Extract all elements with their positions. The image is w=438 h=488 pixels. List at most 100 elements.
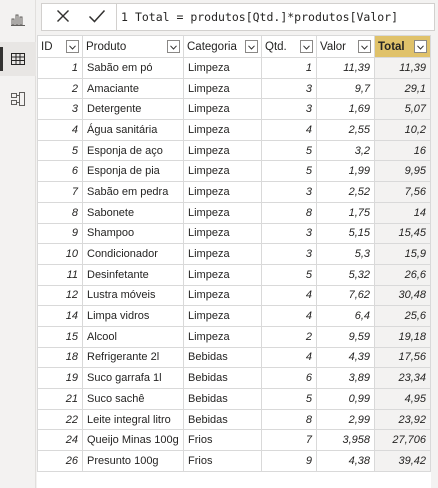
cell-id[interactable]: 2: [37, 77, 83, 100]
cell-categoria[interactable]: Limpeza: [183, 201, 262, 224]
cell-valor[interactable]: 5,3: [316, 243, 375, 265]
cell-valor[interactable]: 6,4: [316, 305, 375, 327]
filter-dropdown-button[interactable]: [167, 40, 180, 53]
cell-qtd[interactable]: 5: [261, 160, 317, 183]
cell-valor[interactable]: 3,89: [316, 367, 375, 389]
cell-valor[interactable]: 5,32: [316, 263, 375, 286]
cell-valor[interactable]: 2,99: [316, 408, 375, 431]
cell-total[interactable]: 19,18: [374, 325, 431, 348]
cell-qtd[interactable]: 3: [261, 222, 317, 245]
cell-id[interactable]: 26: [37, 450, 83, 472]
cell-total[interactable]: 14: [374, 201, 431, 224]
cell-total[interactable]: 7,56: [374, 181, 431, 203]
cell-id[interactable]: 4: [37, 119, 83, 141]
column-header-categoria[interactable]: Categoria: [183, 35, 262, 58]
cell-categoria[interactable]: Bebidas: [183, 388, 262, 410]
cell-id[interactable]: 5: [37, 139, 83, 162]
commit-formula-button[interactable]: [82, 4, 112, 30]
cell-produto[interactable]: Refrigerante 2l: [82, 346, 184, 369]
cell-categoria[interactable]: Limpeza: [183, 325, 262, 348]
cell-categoria[interactable]: Limpeza: [183, 222, 262, 245]
filter-dropdown-button[interactable]: [245, 40, 258, 53]
cell-valor[interactable]: 5,15: [316, 222, 375, 245]
cell-valor[interactable]: 3,2: [316, 139, 375, 162]
cell-valor[interactable]: 4,38: [316, 450, 375, 472]
cell-categoria[interactable]: Limpeza: [183, 57, 262, 79]
cell-produto[interactable]: Leite integral litro: [82, 408, 184, 431]
cell-valor[interactable]: 4,39: [316, 346, 375, 369]
cell-qtd[interactable]: 4: [261, 119, 317, 141]
cell-total[interactable]: 39,42: [374, 450, 431, 472]
cell-valor[interactable]: 11,39: [316, 57, 375, 79]
cell-id[interactable]: 18: [37, 346, 83, 369]
column-header-valor[interactable]: Valor: [316, 35, 375, 58]
cell-total[interactable]: 17,56: [374, 346, 431, 369]
cancel-formula-button[interactable]: [48, 4, 78, 30]
cell-qtd[interactable]: 4: [261, 284, 317, 307]
cell-categoria[interactable]: Limpeza: [183, 305, 262, 327]
cell-categoria[interactable]: Limpeza: [183, 284, 262, 307]
cell-total[interactable]: 25,6: [374, 305, 431, 327]
cell-qtd[interactable]: 3: [261, 98, 317, 121]
filter-dropdown-button[interactable]: [300, 40, 313, 53]
cell-total[interactable]: 23,92: [374, 408, 431, 431]
column-header-id[interactable]: ID: [37, 35, 83, 58]
formula-input[interactable]: 1 Total = produtos[Qtd.]*produtos[Valor]: [121, 10, 398, 24]
cell-qtd[interactable]: 4: [261, 305, 317, 327]
cell-categoria[interactable]: Limpeza: [183, 77, 262, 100]
cell-produto[interactable]: Shampoo: [82, 222, 184, 245]
cell-qtd[interactable]: 3: [261, 77, 317, 100]
cell-total[interactable]: 11,39: [374, 57, 431, 79]
cell-qtd[interactable]: 3: [261, 181, 317, 203]
cell-qtd[interactable]: 6: [261, 367, 317, 389]
cell-produto[interactable]: Lustra móveis: [82, 284, 184, 307]
cell-categoria[interactable]: Limpeza: [183, 243, 262, 265]
cell-total[interactable]: 26,6: [374, 263, 431, 286]
cell-categoria[interactable]: Frios: [183, 450, 262, 472]
cell-valor[interactable]: 1,69: [316, 98, 375, 121]
cell-qtd[interactable]: 8: [261, 408, 317, 431]
cell-produto[interactable]: Alcool: [82, 325, 184, 348]
cell-qtd[interactable]: 3: [261, 243, 317, 265]
cell-produto[interactable]: Limpa vidros: [82, 305, 184, 327]
cell-total[interactable]: 10,2: [374, 119, 431, 141]
cell-qtd[interactable]: 1: [261, 57, 317, 79]
cell-categoria[interactable]: Bebidas: [183, 346, 262, 369]
cell-total[interactable]: 5,07: [374, 98, 431, 121]
cell-total[interactable]: 15,45: [374, 222, 431, 245]
cell-valor[interactable]: 1,75: [316, 201, 375, 224]
model-view-button[interactable]: [0, 82, 36, 116]
cell-produto[interactable]: Amaciante: [82, 77, 184, 100]
cell-id[interactable]: 22: [37, 408, 83, 431]
column-header-total[interactable]: Total: [374, 35, 431, 58]
cell-valor[interactable]: 2,52: [316, 181, 375, 203]
cell-valor[interactable]: 0,99: [316, 388, 375, 410]
cell-qtd[interactable]: 7: [261, 429, 317, 452]
cell-categoria[interactable]: Limpeza: [183, 263, 262, 286]
filter-dropdown-button[interactable]: [358, 40, 371, 53]
cell-qtd[interactable]: 5: [261, 388, 317, 410]
cell-id[interactable]: 12: [37, 284, 83, 307]
cell-categoria[interactable]: Limpeza: [183, 160, 262, 183]
cell-id[interactable]: 8: [37, 201, 83, 224]
cell-qtd[interactable]: 2: [261, 325, 317, 348]
cell-total[interactable]: 23,34: [374, 367, 431, 389]
cell-id[interactable]: 11: [37, 263, 83, 286]
cell-produto[interactable]: Sabão em pó: [82, 57, 184, 79]
cell-qtd[interactable]: 4: [261, 346, 317, 369]
cell-produto[interactable]: Condicionador: [82, 243, 184, 265]
cell-id[interactable]: 1: [37, 57, 83, 79]
cell-categoria[interactable]: Bebidas: [183, 408, 262, 431]
cell-produto[interactable]: Presunto 100g: [82, 450, 184, 472]
cell-id[interactable]: 9: [37, 222, 83, 245]
cell-categoria[interactable]: Frios: [183, 429, 262, 452]
cell-categoria[interactable]: Limpeza: [183, 119, 262, 141]
data-view-button[interactable]: [0, 42, 36, 76]
cell-categoria[interactable]: Limpeza: [183, 181, 262, 203]
cell-categoria[interactable]: Limpeza: [183, 98, 262, 121]
cell-produto[interactable]: Esponja de aço: [82, 139, 184, 162]
filter-dropdown-button[interactable]: [66, 40, 79, 53]
cell-valor[interactable]: 3,958: [316, 429, 375, 452]
cell-valor[interactable]: 1,99: [316, 160, 375, 183]
cell-valor[interactable]: 9,7: [316, 77, 375, 100]
